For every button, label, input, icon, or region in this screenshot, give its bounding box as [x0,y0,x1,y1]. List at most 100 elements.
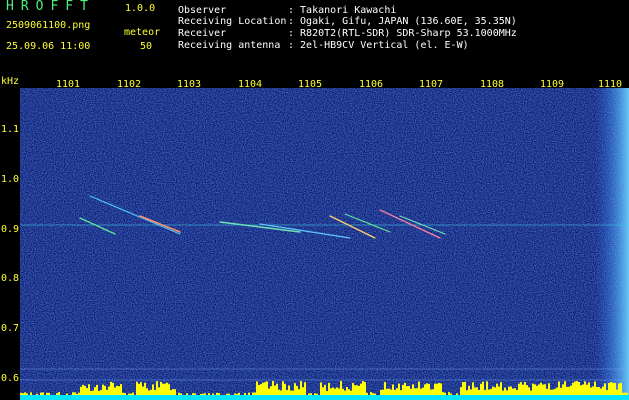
histogram-bar [612,382,614,395]
histogram-bar [598,387,600,395]
histogram-bar [186,393,188,395]
histogram-bar [558,381,560,395]
histogram-bar [314,393,316,395]
histogram-bar [608,383,610,395]
histogram-bar [308,393,310,395]
histogram-bar [382,389,384,395]
histogram-bar [30,392,32,395]
histogram-bar [168,384,170,395]
histogram-bar [238,392,240,395]
histogram-bar [506,390,508,395]
histogram-bar [380,389,382,395]
histogram-bar [540,382,542,395]
histogram-bar [406,386,408,395]
histogram-bar [346,387,348,395]
histogram-bar [352,383,354,395]
observer-value: : Takanori Kawachi [288,5,397,16]
histogram-bar [260,384,262,395]
histogram-bar [388,388,390,395]
histogram-bar [584,381,586,395]
histogram-bar [568,386,570,395]
histogram-bar [42,392,44,395]
y-tick-label: 1.1 [1,124,20,135]
histogram-bar [326,390,328,395]
histogram-bar [66,393,68,395]
histogram-bar [504,387,506,395]
histogram-bar [20,392,22,395]
histogram-bar [124,392,126,395]
histogram-bar [114,387,116,395]
histogram-bar [88,384,90,395]
histogram-bar [338,388,340,395]
histogram-bar [274,385,276,395]
histogram-bar [136,381,138,395]
histogram-bar [370,392,372,395]
histogram-bar [282,381,284,395]
histogram-bar [310,393,312,395]
histogram-bar [152,384,154,395]
histogram-bar [90,390,92,395]
histogram-bar [392,384,394,395]
histogram-bar [510,386,512,395]
histogram-bar [536,385,538,395]
histogram-bar [408,386,410,395]
histogram-bar [344,390,346,395]
histogram-bar [596,386,598,395]
histogram-bar [164,383,166,395]
histogram-bar [200,393,202,395]
histogram-bar [492,386,494,395]
histogram-bar [330,388,332,395]
histogram-bar [622,392,624,395]
histogram-bar [336,387,338,395]
histogram-bar [526,385,528,395]
histogram-bar [470,389,472,395]
histogram-bar [384,382,386,395]
histogram-bar [516,390,518,395]
histogram-bar [276,383,278,395]
histogram-bar [416,388,418,395]
histogram-bar [624,392,626,395]
histogram-bar [142,386,144,395]
histogram-bar [22,393,24,395]
histogram-bar [484,389,486,395]
histogram-bar [292,390,294,395]
histogram-bar [80,386,82,395]
histogram-bar [162,383,164,395]
histogram-bar [420,388,422,395]
histogram-bar [118,386,120,395]
histogram-bar [192,393,194,395]
histogram-bar [128,393,130,395]
histogram-bar [350,390,352,395]
histogram-bar [586,384,588,395]
histogram-bar [112,382,114,395]
histogram-bar [328,382,330,395]
histogram-bar [432,389,434,395]
histogram-bar [602,386,604,395]
histogram-bar [290,390,292,395]
histogram-bar [590,387,592,395]
histogram-bar [208,393,210,395]
histogram-bar [228,393,230,395]
histogram-bar [426,383,428,395]
histogram-bar [96,384,98,395]
histogram-bar [304,382,306,395]
histogram-bar [386,388,388,395]
histogram-bar [360,383,362,395]
histogram-bar [48,392,50,395]
receiver-value: : R820T2(RTL-SDR) SDR-Sharp 53.1000MHz [288,28,517,39]
histogram-bar [76,393,78,395]
histogram-bar [226,393,228,395]
histogram-bar [324,384,326,395]
histogram-bar [530,390,532,395]
histogram-bar [366,392,368,395]
histogram-bar [174,389,176,395]
histogram-bar [270,386,272,395]
histogram-bar [442,392,444,395]
histogram-bar [544,384,546,395]
histogram-bar [286,389,288,395]
histogram-bar [588,382,590,395]
histogram-bar [450,393,452,395]
date-time: 25.09.06 11:00 [6,41,91,52]
histogram-bar [498,386,500,395]
histogram-bar [110,381,112,395]
